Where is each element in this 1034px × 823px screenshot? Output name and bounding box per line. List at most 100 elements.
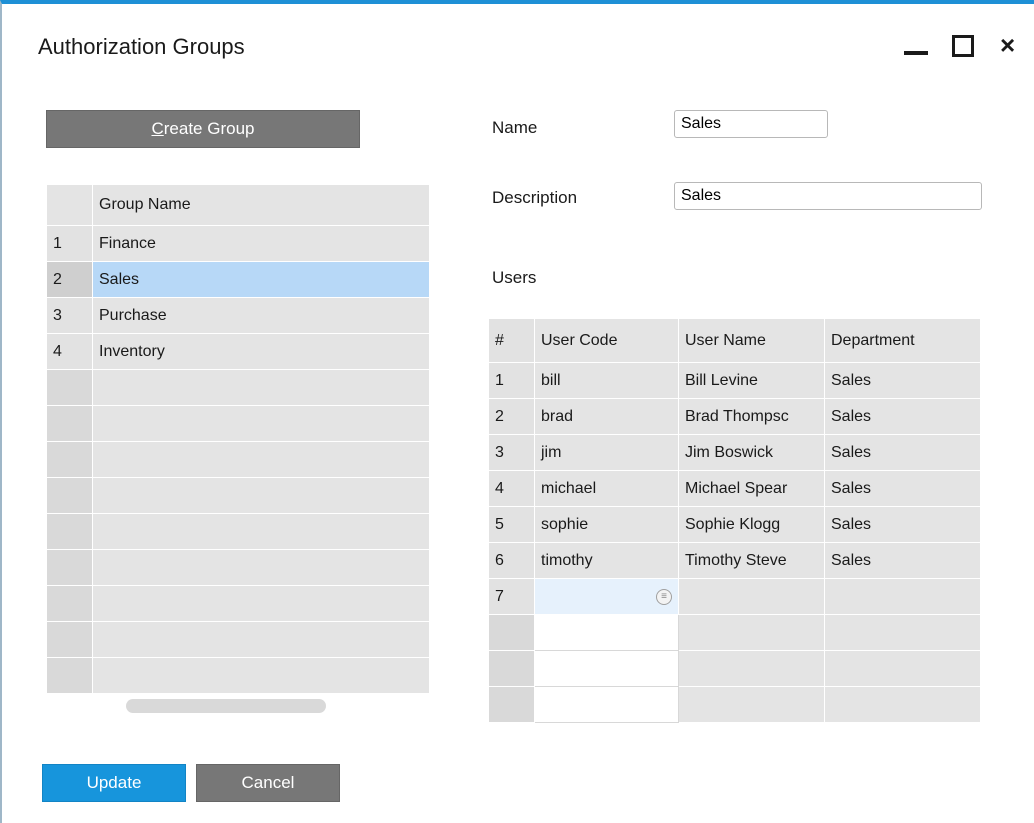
row-number: 7 bbox=[488, 578, 535, 615]
group-name-cell[interactable] bbox=[92, 477, 430, 514]
table-row[interactable]: 4 michael Michael Spear Sales bbox=[488, 470, 981, 507]
users-table-header: # User Code User Name Department bbox=[488, 318, 981, 363]
table-row[interactable]: 2 brad Brad Thompsc Sales bbox=[488, 398, 981, 435]
row-number: 1 bbox=[46, 225, 93, 262]
empty-row[interactable] bbox=[46, 549, 430, 586]
user-code-cell[interactable]: jim bbox=[534, 434, 679, 471]
user-code-cell[interactable] bbox=[534, 614, 679, 651]
row-number: 1 bbox=[488, 362, 535, 399]
group-name-cell[interactable] bbox=[92, 405, 430, 442]
user-name-cell: Sophie Klogg bbox=[678, 506, 825, 543]
row-number: 2 bbox=[46, 261, 93, 298]
user-code-header[interactable]: User Code bbox=[534, 318, 679, 363]
user-code-cell[interactable] bbox=[534, 650, 679, 687]
create-group-button[interactable]: Create Group bbox=[46, 110, 360, 148]
row-number: 4 bbox=[488, 470, 535, 507]
user-name-cell: Timothy Steve bbox=[678, 542, 825, 579]
group-name-cell[interactable] bbox=[92, 657, 430, 694]
update-button[interactable]: Update bbox=[42, 764, 186, 802]
description-input[interactable] bbox=[674, 182, 982, 210]
group-name-cell[interactable] bbox=[92, 513, 430, 550]
close-icon: × bbox=[1000, 30, 1016, 60]
department-cell bbox=[824, 686, 981, 723]
new-user-row[interactable]: 7 ≡ bbox=[488, 578, 981, 615]
table-row[interactable]: 4 Inventory bbox=[46, 333, 430, 370]
department-cell: Sales bbox=[824, 434, 981, 471]
row-number: 5 bbox=[488, 506, 535, 543]
user-name-header[interactable]: User Name bbox=[678, 318, 825, 363]
empty-row[interactable] bbox=[46, 585, 430, 622]
minimize-button[interactable] bbox=[900, 30, 930, 60]
row-number bbox=[46, 405, 93, 442]
user-code-cell[interactable]: brad bbox=[534, 398, 679, 435]
close-button[interactable]: × bbox=[996, 30, 1026, 60]
group-table: Group Name 1 Finance 2 Sales 3 Purchase … bbox=[46, 184, 430, 694]
group-name-header[interactable]: Group Name bbox=[92, 184, 430, 226]
cancel-button[interactable]: Cancel bbox=[196, 764, 340, 802]
group-name-cell[interactable] bbox=[92, 621, 430, 658]
group-name-cell[interactable] bbox=[92, 585, 430, 622]
row-number bbox=[46, 477, 93, 514]
horizontal-scrollbar[interactable] bbox=[126, 699, 326, 713]
department-cell: Sales bbox=[824, 506, 981, 543]
window-title: Authorization Groups bbox=[38, 34, 245, 59]
department-header[interactable]: Department bbox=[824, 318, 981, 363]
group-name-cell[interactable] bbox=[92, 441, 430, 478]
user-code-cell[interactable]: sophie bbox=[534, 506, 679, 543]
user-code-input-cell[interactable]: ≡ bbox=[534, 578, 679, 615]
table-row[interactable]: 6 timothy Timothy Steve Sales bbox=[488, 542, 981, 579]
table-row-selected[interactable]: 2 Sales bbox=[46, 261, 430, 298]
create-group-mnemonic: C bbox=[151, 119, 164, 138]
name-input[interactable] bbox=[674, 110, 828, 138]
users-table: # User Code User Name Department 1 bill … bbox=[488, 318, 981, 723]
user-code-cell[interactable]: bill bbox=[534, 362, 679, 399]
user-name-cell: Jim Boswick bbox=[678, 434, 825, 471]
empty-row[interactable] bbox=[46, 513, 430, 550]
table-row[interactable]: 1 Finance bbox=[46, 225, 430, 262]
users-num-header: # bbox=[488, 318, 535, 363]
table-row[interactable]: 3 Purchase bbox=[46, 297, 430, 334]
department-cell bbox=[824, 578, 981, 615]
empty-row[interactable] bbox=[488, 686, 981, 723]
user-name-cell: Brad Thompsc bbox=[678, 398, 825, 435]
group-rownum-header bbox=[46, 184, 93, 226]
group-name-cell[interactable] bbox=[92, 369, 430, 406]
row-number: 3 bbox=[488, 434, 535, 471]
user-code-cell[interactable]: michael bbox=[534, 470, 679, 507]
group-name-cell[interactable]: Inventory bbox=[92, 333, 430, 370]
table-row[interactable]: 3 jim Jim Boswick Sales bbox=[488, 434, 981, 471]
table-row[interactable]: 1 bill Bill Levine Sales bbox=[488, 362, 981, 399]
choose-from-list-icon[interactable]: ≡ bbox=[656, 589, 672, 605]
table-row[interactable]: 5 sophie Sophie Klogg Sales bbox=[488, 506, 981, 543]
group-name-cell[interactable]: Purchase bbox=[92, 297, 430, 334]
empty-row[interactable] bbox=[46, 441, 430, 478]
user-name-cell bbox=[678, 650, 825, 687]
row-number: 3 bbox=[46, 297, 93, 334]
user-name-cell: Bill Levine bbox=[678, 362, 825, 399]
empty-row[interactable] bbox=[488, 614, 981, 651]
empty-row[interactable] bbox=[488, 650, 981, 687]
user-code-cell[interactable]: timothy bbox=[534, 542, 679, 579]
user-name-cell bbox=[678, 686, 825, 723]
row-number bbox=[46, 513, 93, 550]
department-cell: Sales bbox=[824, 398, 981, 435]
maximize-icon bbox=[952, 35, 974, 57]
row-number bbox=[46, 585, 93, 622]
department-cell: Sales bbox=[824, 362, 981, 399]
group-name-cell[interactable]: Sales bbox=[92, 261, 430, 298]
empty-row[interactable] bbox=[46, 405, 430, 442]
description-label: Description bbox=[492, 188, 578, 207]
empty-row[interactable] bbox=[46, 621, 430, 658]
maximize-button[interactable] bbox=[948, 30, 978, 60]
department-cell bbox=[824, 650, 981, 687]
empty-row[interactable] bbox=[46, 657, 430, 694]
group-name-cell[interactable] bbox=[92, 549, 430, 586]
department-cell bbox=[824, 614, 981, 651]
row-number: 6 bbox=[488, 542, 535, 579]
group-name-cell[interactable]: Finance bbox=[92, 225, 430, 262]
row-number: 2 bbox=[488, 398, 535, 435]
empty-row[interactable] bbox=[46, 369, 430, 406]
user-code-cell[interactable] bbox=[534, 686, 679, 723]
create-group-label: reate Group bbox=[163, 119, 255, 138]
empty-row[interactable] bbox=[46, 477, 430, 514]
